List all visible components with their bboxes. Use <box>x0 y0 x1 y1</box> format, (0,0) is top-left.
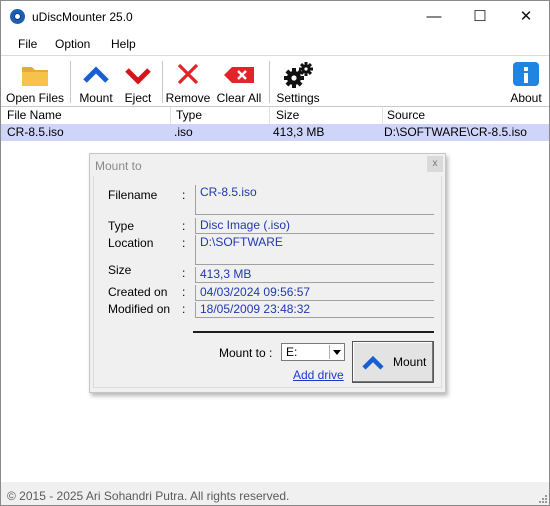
mount-toolbar-button[interactable]: Mount <box>75 56 117 106</box>
menu-file[interactable]: File <box>18 37 37 51</box>
mount-to-dialog: Mount to x Filename : CR-8.5.iso Type : … <box>89 153 446 393</box>
eject-button[interactable]: Eject <box>118 56 158 106</box>
minimize-button[interactable]: — <box>411 1 457 33</box>
clear-all-label: Clear All <box>216 91 262 105</box>
toolbar-separator <box>70 61 71 103</box>
open-files-label: Open Files <box>5 91 65 105</box>
close-button[interactable]: ✕ <box>503 1 549 33</box>
mount-button[interactable]: Mount <box>352 341 434 383</box>
column-size[interactable]: Size <box>276 108 299 122</box>
dialog-close-button[interactable]: x <box>427 156 443 172</box>
menu-option[interactable]: Option <box>55 37 90 51</box>
mount-to-label: Mount to : <box>219 346 273 360</box>
colon: : <box>182 266 186 280</box>
window-title: uDiscMounter 25.0 <box>32 10 133 24</box>
copyright-text: © 2015 - 2025 Ari Sohandri Putra. All ri… <box>7 489 290 503</box>
colon: : <box>182 219 186 233</box>
open-files-button[interactable]: Open Files <box>3 56 67 106</box>
location-value: D:\SOFTWARE <box>195 235 434 265</box>
divider <box>193 331 434 333</box>
menu-bar: File Option Help <box>1 33 549 56</box>
colon: : <box>182 236 186 250</box>
disc-icon <box>10 9 25 24</box>
about-button[interactable]: About <box>506 56 546 106</box>
clear-tag-icon <box>224 67 254 83</box>
mount-button-label: Mount <box>393 355 427 369</box>
remove-label: Remove <box>165 91 211 105</box>
maximize-button[interactable]: ☐ <box>457 1 503 33</box>
toolbar-separator <box>162 61 163 103</box>
info-icon <box>513 62 539 86</box>
column-file-name[interactable]: File Name <box>7 108 62 122</box>
filename-value: CR-8.5.iso <box>195 185 434 215</box>
cell-size: 413,3 MB <box>273 125 325 139</box>
folder-icon <box>22 67 48 86</box>
cell-file-name: CR-8.5.iso <box>7 125 64 139</box>
settings-label: Settings <box>276 91 320 105</box>
clear-all-button[interactable]: Clear All <box>214 56 264 106</box>
modified-on-label: Modified on <box>108 302 171 316</box>
size-value: 413,3 MB <box>195 267 434 283</box>
cell-source: D:\SOFTWARE\CR-8.5.iso <box>384 125 527 139</box>
column-divider[interactable] <box>269 107 270 124</box>
settings-button[interactable]: Settings <box>273 56 323 106</box>
chevron-down-icon <box>125 68 151 85</box>
drive-select[interactable]: E: <box>281 343 345 361</box>
title-bar[interactable]: uDiscMounter 25.0 — ☐ ✕ <box>1 1 549 33</box>
type-label: Type <box>108 219 135 233</box>
eject-label: Eject <box>124 91 152 105</box>
cell-type: .iso <box>174 125 193 139</box>
size-label: Size <box>108 263 132 277</box>
column-divider[interactable] <box>170 107 171 124</box>
drive-select-value: E: <box>286 345 298 359</box>
dialog-title: Mount to <box>95 159 142 173</box>
table-row[interactable]: CR-8.5.iso .iso 413,3 MB D:\SOFTWARE\CR-… <box>1 124 549 141</box>
toolbar: Open Files Mount Eject Remove Clear All … <box>1 56 549 107</box>
add-drive-link[interactable]: Add drive <box>293 368 344 382</box>
remove-button[interactable]: Remove <box>165 56 211 106</box>
app-window: uDiscMounter 25.0 — ☐ ✕ File Option Help… <box>0 0 550 506</box>
modified-on-value: 18/05/2009 23:48:32 <box>195 302 434 318</box>
column-type[interactable]: Type <box>176 108 202 122</box>
list-header: File Name Type Size Source <box>1 107 549 124</box>
location-label: Location <box>108 236 154 250</box>
column-source[interactable]: Source <box>387 108 425 122</box>
column-divider[interactable] <box>382 107 383 124</box>
toolbar-separator <box>269 61 270 103</box>
filename-label: Filename <box>108 188 158 202</box>
gears-icon <box>284 62 313 88</box>
created-on-label: Created on <box>108 285 168 299</box>
dialog-panel: Filename : CR-8.5.iso Type : Disc Image … <box>93 176 442 388</box>
colon: : <box>182 302 186 316</box>
chevron-up-icon <box>83 66 109 83</box>
menu-help[interactable]: Help <box>111 37 136 51</box>
created-on-value: 04/03/2024 09:56:57 <box>195 285 434 301</box>
mount-label: Mount <box>79 91 113 105</box>
x-icon <box>177 63 199 85</box>
colon: : <box>182 188 186 202</box>
about-label: About <box>510 91 542 105</box>
chevron-down-icon[interactable] <box>329 345 343 359</box>
resize-grip-icon[interactable] <box>537 493 547 503</box>
type-value: Disc Image (.iso) <box>195 218 434 234</box>
chevron-up-icon <box>362 355 384 370</box>
colon: : <box>182 285 186 299</box>
